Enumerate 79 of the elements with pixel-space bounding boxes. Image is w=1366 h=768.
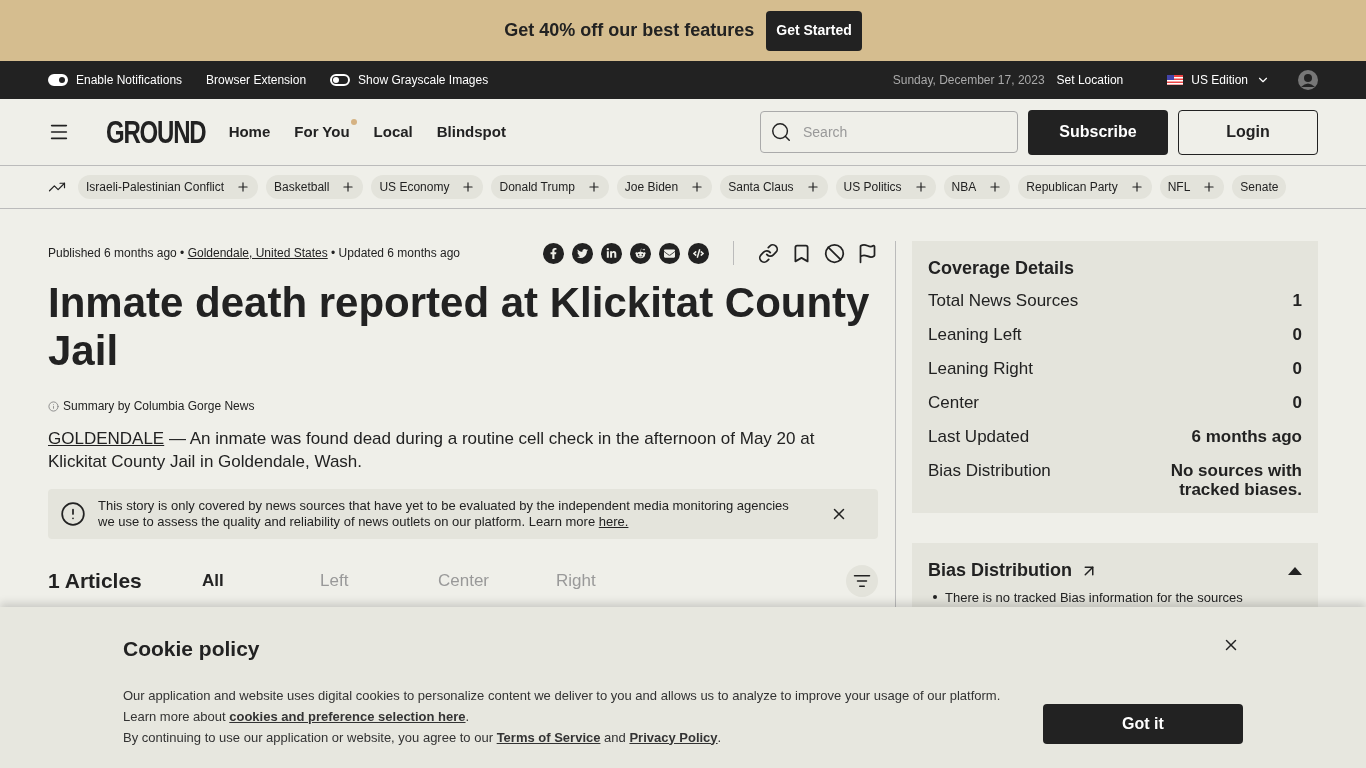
filter-button[interactable] — [846, 565, 878, 597]
coverage-label: Center — [928, 393, 980, 413]
bias-title: Bias Distribution — [928, 559, 1072, 582]
coverage-label: Leaning Left — [928, 325, 1022, 345]
topic-chip[interactable]: NBA — [943, 175, 1011, 199]
edition-selector[interactable]: US Edition — [1167, 71, 1270, 89]
coverage-label: Bias Distribution — [928, 461, 1051, 481]
notice-text: This story is only covered by news sources that have yet to be evaluated by the independent media monitoring agencies we use to assess the quality and reliability of news outlets on our platform. Learn more here. — [98, 498, 790, 530]
login-button[interactable]: Login — [1178, 109, 1318, 155]
learn-more-link[interactable]: here. — [598, 514, 629, 529]
coverage-value: 6 months ago — [1190, 427, 1302, 446]
coverage-label: Leaning Right — [928, 359, 1033, 379]
get-started-button[interactable]: Get Started — [766, 10, 862, 51]
topic-chip[interactable]: Santa Claus — [720, 175, 828, 199]
subscribe-button[interactable]: Subscribe — [1028, 109, 1168, 155]
code-icon[interactable] — [688, 242, 709, 264]
block-icon[interactable] — [824, 242, 845, 264]
nav-link[interactable]: For You — [294, 120, 354, 144]
article-meta: Published 6 months ago • Goldendale, United States • Updated 6 months ago — [48, 245, 461, 262]
got-it-button[interactable]: Got it — [1043, 704, 1243, 744]
bias-note: There is no tracked Bias information for the sources — [945, 589, 1243, 607]
article-lead: GOLDENDALE — An inmate was found dead during a routine cell check in the afternoon of May 20 at Klickitat County Jail in Goldendale, Wash. — [48, 428, 816, 473]
cookie-text: Our application and website uses digital cookies to personalize content we deliver to you and allows us to analyze to improve your usage of our platform. Learn more about cookies and preference selection here. — [123, 686, 1002, 726]
coverage-value: 0 — [1291, 325, 1302, 344]
info-icon — [48, 400, 59, 412]
nav-link[interactable]: Local — [373, 120, 417, 144]
logo[interactable]: GROUND — [106, 116, 206, 148]
alert-icon — [60, 501, 86, 527]
collapse-caret-icon[interactable] — [1288, 566, 1302, 575]
nav-link[interactable]: Home — [228, 120, 275, 144]
link-icon[interactable] — [758, 242, 779, 264]
topic-chip[interactable]: NFL — [1159, 175, 1225, 199]
twitter-icon[interactable] — [572, 242, 593, 264]
avatar-icon[interactable] — [1298, 70, 1318, 90]
coverage-value: 1 — [1291, 291, 1302, 310]
search-icon — [770, 121, 792, 143]
search-field[interactable]: Search — [760, 111, 1018, 153]
topic-chip[interactable]: US Politics — [835, 175, 936, 199]
bullet-icon — [933, 595, 937, 599]
set-location-link[interactable]: Set Location — [1056, 71, 1124, 89]
cookie-preferences-link[interactable]: cookies and preference selection here — [229, 708, 466, 724]
email-icon[interactable] — [659, 242, 680, 264]
terms-link[interactable]: Terms of Service — [496, 729, 601, 745]
location-link[interactable]: Goldendale, United States — [187, 246, 328, 260]
topic-chip[interactable]: Donald Trump — [491, 175, 609, 199]
summary-source: Summary by Columbia Gorge News — [63, 398, 255, 415]
browser-extension-link[interactable]: Browser Extension — [206, 71, 307, 89]
topic-chip[interactable]: Republican Party — [1018, 175, 1152, 199]
coverage-value: No sources with tracked biases. — [1169, 461, 1302, 499]
toggle-label: Show Grayscale Images — [358, 72, 489, 89]
privacy-link[interactable]: Privacy Policy — [629, 729, 718, 745]
topic-chip[interactable]: Joe Biden — [616, 175, 713, 199]
cookie-consent-text: By continuing to use our application or website, you agree to our Terms of Service and Privacy Policy. — [123, 728, 723, 747]
topic-chip[interactable]: Basketball — [266, 175, 364, 199]
flag-report-icon[interactable] — [857, 242, 878, 264]
coverage-value: 0 — [1291, 393, 1302, 412]
coverage-title: Coverage Details — [928, 257, 1076, 280]
reddit-icon[interactable] — [630, 242, 651, 264]
topic-chip[interactable]: US Economy — [371, 175, 484, 199]
toggle-switch[interactable] — [330, 74, 351, 86]
coverage-value: 0 — [1291, 359, 1302, 378]
facebook-icon[interactable] — [543, 242, 564, 264]
place-link[interactable]: GOLDENDALE — [48, 429, 165, 448]
toggle-switch[interactable] — [48, 74, 68, 86]
nav-link[interactable]: Blindspot — [436, 120, 510, 144]
date-text: Sunday, December 17, 2023 — [892, 72, 1045, 89]
filter-tab[interactable]: All — [202, 568, 320, 594]
linkedin-icon[interactable] — [601, 242, 622, 264]
coverage-label: Total News Sources — [928, 291, 1079, 311]
article-title: Inmate death reported at Klickitat County Jail — [48, 279, 871, 375]
flag-icon — [1167, 75, 1184, 85]
cookie-title: Cookie policy — [123, 636, 261, 662]
topic-chip[interactable]: Israeli-Palestinian Conflict — [78, 175, 259, 199]
filter-icon — [853, 572, 871, 590]
articles-count: 1 Articles — [48, 568, 143, 595]
coverage-label: Last Updated — [928, 427, 1030, 447]
toggle-label: Enable Notifications — [76, 72, 183, 89]
topic-chip[interactable]: Senate — [1232, 175, 1287, 199]
promo-text: Get 40% off our best features — [504, 19, 755, 42]
